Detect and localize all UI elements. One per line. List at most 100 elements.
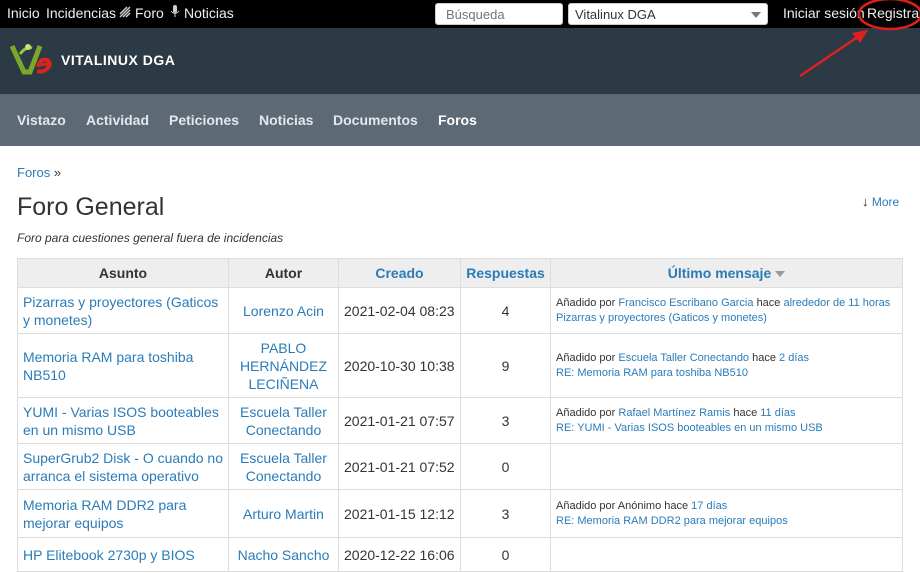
topic-link[interactable]: Memoria RAM para toshiba NB510	[23, 349, 193, 383]
topic-link[interactable]: YUMI - Varias ISOS booteables en un mism…	[23, 404, 219, 438]
replies-cell: 4	[460, 287, 551, 334]
author-cell: PABLO HERNÁNDEZ LECIÑENA	[228, 333, 339, 398]
page-description: Foro para cuestiones general fuera de in…	[17, 231, 284, 245]
topic-subject-cell: HP Elitebook 2730p y BIOS	[17, 537, 229, 572]
last-time-link[interactable]: alrededor de 11 horas	[783, 297, 890, 309]
table-row: SuperGrub2 Disk - O cuando no arranca el…	[17, 443, 903, 490]
topic-link[interactable]: Memoria RAM DDR2 para mejorar equipos	[23, 497, 186, 531]
breadcrumb: Foros »	[17, 165, 61, 180]
table-header-row: Asunto Autor Creado Respuestas Último me…	[17, 258, 903, 288]
project-select-value: Vitalinux DGA	[575, 7, 656, 22]
microphone-icon	[170, 5, 180, 21]
chevron-down-icon	[751, 12, 761, 18]
created-cell: 2020-10-30 10:38	[338, 333, 461, 398]
replies-cell: 3	[460, 397, 551, 444]
last-message-cell	[550, 443, 903, 490]
created-cell: 2021-01-21 07:57	[338, 397, 461, 444]
created-cell: 2021-02-04 08:23	[338, 287, 461, 334]
last-time-link[interactable]: 11 días	[760, 407, 795, 419]
tab-forums[interactable]: Foros	[438, 112, 477, 128]
tab-activity[interactable]: Actividad	[86, 112, 149, 128]
topic-subject-cell: Pizarras y proyectores (Gaticos y monete…	[17, 287, 229, 334]
last-message-link[interactable]: Pizarras y proyectores (Gaticos y monete…	[556, 312, 767, 324]
table-row: Pizarras y proyectores (Gaticos y monete…	[17, 287, 903, 334]
brand-title: VITALINUX DGA	[61, 52, 176, 68]
topic-link[interactable]: Pizarras y proyectores (Gaticos y monete…	[23, 294, 218, 328]
topic-subject-cell: Memoria RAM DDR2 para mejorar equipos	[17, 489, 229, 538]
arrow-down-icon: ↓	[862, 194, 869, 209]
search-input[interactable]	[435, 3, 563, 25]
sort-desc-icon	[775, 271, 786, 278]
author-link[interactable]: Lorenzo Acin	[243, 303, 324, 319]
top-menu-bar: Inicio Incidencias Foro Noticias Vitalin…	[0, 0, 920, 28]
topic-link[interactable]: HP Elitebook 2730p y BIOS	[23, 547, 195, 563]
top-link-home[interactable]: Inicio	[7, 5, 40, 21]
login-link[interactable]: Iniciar sesión	[783, 5, 865, 21]
column-created-label: Creado	[375, 265, 424, 281]
created-cell: 2021-01-15 12:12	[338, 489, 461, 538]
last-message-cell: Añadido por Escuela Taller Conectando ha…	[550, 333, 903, 398]
table-row: YUMI - Varias ISOS booteables en un mism…	[17, 397, 903, 444]
tab-issues[interactable]: Peticiones	[169, 112, 239, 128]
topic-link[interactable]: SuperGrub2 Disk - O cuando no arranca el…	[23, 450, 223, 484]
topic-subject-cell: Memoria RAM para toshiba NB510	[17, 333, 229, 398]
last-message-cell	[550, 537, 903, 572]
table-row: Memoria RAM DDR2 para mejorar equipos Art…	[17, 489, 903, 538]
author-link[interactable]: PABLO HERNÁNDEZ LECIÑENA	[240, 340, 327, 392]
last-author-link[interactable]: Rafael Martínez Ramis	[618, 407, 730, 419]
vitalinux-logo[interactable]	[9, 40, 54, 76]
column-created[interactable]: Creado	[338, 258, 461, 288]
table-row: Memoria RAM para toshiba NB510 PABLO HERN…	[17, 333, 903, 398]
created-cell: 2020-12-22 16:06	[338, 537, 461, 572]
top-link-issues[interactable]: Incidencias	[46, 5, 116, 21]
last-time-link[interactable]: 17 días	[691, 500, 727, 512]
project-select[interactable]: Vitalinux DGA	[568, 3, 768, 25]
column-last-message[interactable]: Último mensaje	[550, 258, 903, 288]
last-message-cell: Añadido por Francisco Escribano Garcia h…	[550, 287, 903, 334]
topics-table: Asunto Autor Creado Respuestas Último me…	[17, 258, 903, 572]
last-prefix: Añadido por	[556, 406, 616, 419]
tab-news[interactable]: Noticias	[259, 112, 313, 128]
replies-cell: 0	[460, 537, 551, 572]
top-link-forum[interactable]: Foro	[135, 5, 164, 21]
breadcrumb-separator: »	[53, 165, 62, 180]
last-author-link[interactable]: Francisco Escribano Garcia	[618, 297, 753, 309]
author-link[interactable]: Escuela Taller Conectando	[240, 404, 327, 438]
author-cell: Arturo Martin	[228, 489, 339, 538]
register-link[interactable]: Registrar	[867, 5, 920, 21]
table-row: HP Elitebook 2730p y BIOS Nacho Sancho 202…	[17, 537, 903, 572]
last-mid: hace	[733, 406, 758, 419]
author-cell: Lorenzo Acin	[228, 287, 339, 334]
replies-cell: 0	[460, 443, 551, 490]
main-nav: Vistazo Actividad Peticiones Noticias Do…	[0, 94, 920, 146]
breadcrumb-forums-link[interactable]: Foros	[17, 165, 50, 180]
last-prefix: Añadido por	[556, 351, 616, 364]
last-message-cell: Añadido por Rafael Martínez Ramis hace 1…	[550, 397, 903, 444]
last-message-link[interactable]: RE: Memoria RAM DDR2 para mejorar equipo…	[556, 515, 788, 527]
column-replies[interactable]: Respuestas	[460, 258, 551, 288]
last-time-link[interactable]: 2 días	[779, 352, 809, 364]
page-title: Foro General	[17, 193, 165, 221]
last-mid: hace	[664, 499, 689, 512]
tab-overview[interactable]: Vistazo	[17, 112, 66, 128]
author-cell: Nacho Sancho	[228, 537, 339, 572]
author-cell: Escuela Taller Conectando	[228, 397, 339, 444]
author-cell: Escuela Taller Conectando	[228, 443, 339, 490]
replies-cell: 9	[460, 333, 551, 398]
topic-subject-cell: YUMI - Varias ISOS booteables en un mism…	[17, 397, 229, 444]
more-label: More	[871, 195, 900, 209]
column-subject: Asunto	[17, 258, 229, 288]
author-link[interactable]: Nacho Sancho	[238, 547, 330, 563]
tab-documents[interactable]: Documentos	[333, 112, 418, 128]
author-link[interactable]: Escuela Taller Conectando	[240, 450, 327, 484]
last-message-link[interactable]: RE: YUMI - Varias ISOS booteables en un …	[556, 422, 823, 434]
forum-icon	[119, 5, 131, 21]
last-author-link[interactable]: Escuela Taller Conectando	[618, 352, 749, 364]
last-message-cell: Añadido por Anónimo hace 17 días RE: Memo…	[550, 489, 903, 538]
top-link-news[interactable]: Noticias	[184, 5, 234, 21]
last-message-link[interactable]: RE: Memoria RAM para toshiba NB510	[556, 367, 748, 379]
author-link[interactable]: Arturo Martin	[243, 506, 324, 522]
topic-subject-cell: SuperGrub2 Disk - O cuando no arranca el…	[17, 443, 229, 490]
more-link[interactable]: ↓ More	[862, 194, 899, 209]
last-mid: hace	[752, 351, 776, 364]
